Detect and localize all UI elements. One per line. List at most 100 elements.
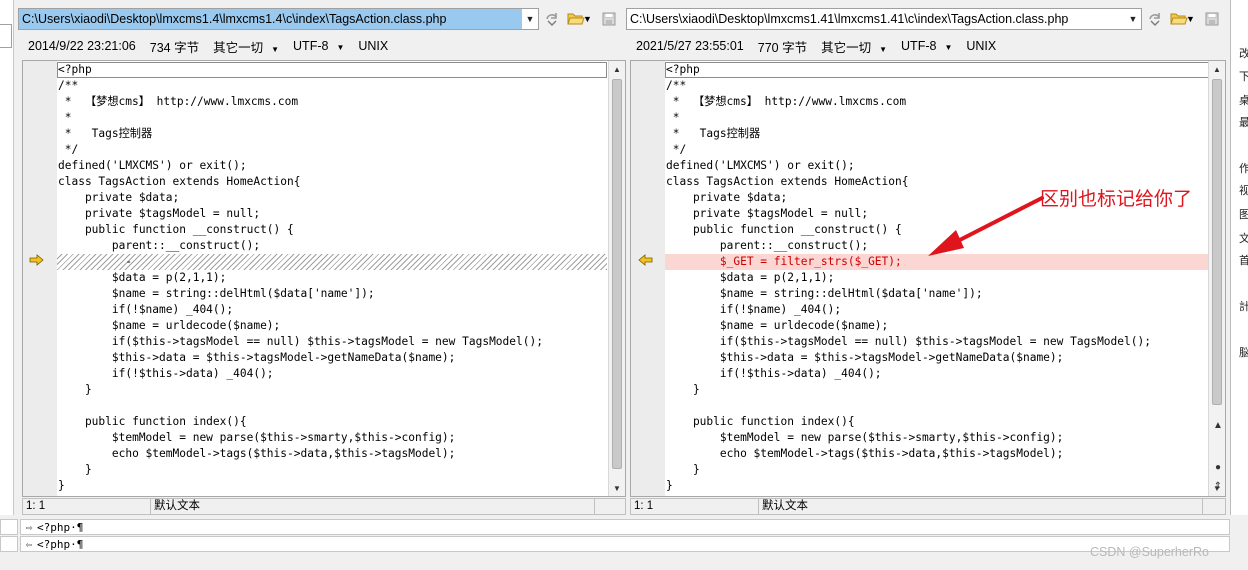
code-line[interactable]: public function index(){ [57, 414, 607, 430]
diff-window: C:\Users\xiaodi\Desktop\lmxcms1.4\lmxcms… [0, 0, 1248, 570]
code-line[interactable]: * 【梦想cms】 http://www.lmxcms.com [57, 94, 607, 110]
code-line[interactable]: $this->data = $this->tagsModel->getNameD… [57, 350, 607, 366]
strip-fragment: 計 [1239, 301, 1248, 313]
left-status-position: 1: 1 [23, 499, 151, 514]
right-status-bar: 1: 1 默认文本 [630, 498, 1226, 515]
left-gutter [23, 61, 57, 496]
refresh-icon[interactable] [1144, 8, 1166, 30]
code-line[interactable]: defined('LMXCMS') or exit(); [665, 158, 1211, 174]
save-icon[interactable] [1201, 8, 1223, 30]
code-line[interactable]: echo $temModel->tags($this->data,$this->… [57, 446, 607, 462]
right-gutter [631, 61, 665, 496]
code-line[interactable] [57, 398, 607, 414]
code-line[interactable]: } [57, 478, 607, 494]
annotation-arrow [928, 196, 1044, 256]
code-line[interactable] [665, 398, 1211, 414]
code-line[interactable]: ?> [57, 494, 607, 496]
right-path-combo[interactable]: C:\Users\xiaodi\Desktop\lmxcms1.41\lmxcm… [626, 8, 1142, 30]
left-path-bar: C:\Users\xiaodi\Desktop\lmxcms1.4\lmxcms… [18, 7, 620, 31]
code-line[interactable]: } [57, 462, 607, 478]
right-scroll-thumb[interactable] [1212, 79, 1222, 405]
code-line[interactable]: private $tagsModel = null; [57, 206, 607, 222]
code-line[interactable]: * [665, 110, 1211, 126]
code-line[interactable]: $temModel = new parse($this->smarty,$thi… [57, 430, 607, 446]
code-line[interactable]: if(!$this->data) _404(); [665, 366, 1211, 382]
diff-arrow-icon[interactable] [29, 254, 45, 266]
left-vertical-scrollbar[interactable]: ▲ ▼ [608, 61, 625, 496]
right-code-area[interactable]: <?php/** * 【梦想cms】 http://www.lmxcms.com… [665, 62, 1211, 496]
code-line[interactable]: if(!$this->data) _404(); [57, 366, 607, 382]
refresh-icon[interactable] [541, 8, 563, 30]
code-line[interactable]: $name = urldecode($name); [665, 318, 1211, 334]
code-line[interactable]: $name = urldecode($name); [57, 318, 607, 334]
code-line[interactable]: } [665, 478, 1211, 494]
scroll-up-small-icon[interactable]: ▲ [1210, 420, 1226, 431]
watermark: CSDN @SuperherRo [1090, 545, 1209, 559]
bottom-left-fragment [0, 519, 18, 535]
code-line[interactable]: } [57, 382, 607, 398]
left-path-text[interactable]: C:\Users\xiaodi\Desktop\lmxcms1.4\lmxcms… [19, 9, 522, 29]
right-mode-select[interactable]: 其它一切 [821, 37, 887, 56]
code-line[interactable]: /** [57, 78, 607, 94]
code-line[interactable]: if(!$name) _404(); [57, 302, 607, 318]
code-line[interactable]: $name = string::delHtml($data['name']); [57, 286, 607, 302]
diff-arrow-icon[interactable] [637, 254, 653, 266]
code-line[interactable]: * Tags控制器 [665, 126, 1211, 142]
strip-fragment: 视 [1239, 185, 1248, 197]
code-line[interactable]: * Tags控制器 [57, 126, 607, 142]
code-line[interactable]: $data = p(2,1,1); [665, 270, 1211, 286]
circle-icon[interactable]: ● [1210, 462, 1226, 473]
left-path-combo[interactable]: C:\Users\xiaodi\Desktop\lmxcms1.4\lmxcms… [18, 8, 539, 30]
right-editor[interactable]: <?php/** * 【梦想cms】 http://www.lmxcms.com… [630, 60, 1226, 497]
annotation-text: 区别也标记给你了 [1040, 188, 1193, 210]
right-info-bar: 2021/5/27 23:55:01 770 字节 其它一切 UTF-8 UNI… [636, 36, 1010, 56]
code-line[interactable]: $data = p(2,1,1); [57, 270, 607, 286]
right-arrow-icon: ⇨ [25, 520, 33, 534]
left-info-bar: 2014/9/22 23:21:06 734 字节 其它一切 UTF-8 UNI… [28, 36, 402, 56]
left-code-area[interactable]: <?php/** * 【梦想cms】 http://www.lmxcms.com… [57, 62, 607, 496]
left-scroll-thumb[interactable] [612, 79, 622, 469]
left-file-size: 734 字节 [149, 40, 200, 55]
left-mode-select[interactable]: 其它一切 [213, 37, 279, 56]
code-line[interactable]: if($this->tagsModel == null) $this->tags… [57, 334, 607, 350]
code-line[interactable]: parent::__construct(); [57, 238, 607, 254]
double-chevron-icon[interactable]: ⇕ [1210, 481, 1226, 492]
code-line[interactable]: if($this->tagsModel == null) $this->tags… [665, 334, 1211, 350]
code-line[interactable]: */ [57, 142, 607, 158]
save-icon[interactable] [598, 8, 620, 30]
right-encoding-select[interactable]: UTF-8 [901, 39, 952, 53]
code-line[interactable]: private $data; [57, 190, 607, 206]
combo-arrow-icon[interactable]: ▼ [522, 9, 538, 29]
code-line[interactable]: defined('LMXCMS') or exit(); [57, 158, 607, 174]
scroll-up-icon[interactable]: ▲ [609, 61, 625, 77]
folder-dropdown-icon[interactable]: ▼ [1186, 14, 1195, 24]
code-line[interactable]: $name = string::delHtml($data['name']); [665, 286, 1211, 302]
left-encoding-select[interactable]: UTF-8 [293, 39, 344, 53]
code-line[interactable]: /** [665, 78, 1211, 94]
code-line[interactable]: <?php [57, 62, 607, 78]
code-line[interactable]: ?> [665, 494, 1211, 496]
scroll-down-icon[interactable]: ▼ [609, 480, 625, 496]
code-line[interactable]: $this->data = $this->tagsModel->getNameD… [665, 350, 1211, 366]
left-edge-strip [0, 0, 14, 515]
left-status-bar: 1: 1 默认文本 [22, 498, 626, 515]
code-line[interactable]: * 【梦想cms】 http://www.lmxcms.com [665, 94, 1211, 110]
left-editor[interactable]: <?php/** * 【梦想cms】 http://www.lmxcms.com… [22, 60, 626, 497]
code-line[interactable]: class TagsAction extends HomeAction{ [57, 174, 607, 190]
code-line[interactable]: $temModel = new parse($this->smarty,$thi… [665, 430, 1211, 446]
combo-arrow-icon[interactable]: ▼ [1125, 9, 1141, 29]
code-line[interactable]: public function index(){ [665, 414, 1211, 430]
code-line[interactable]: <?php [665, 62, 1211, 78]
code-line[interactable]: if(!$name) _404(); [665, 302, 1211, 318]
code-line[interactable]: */ [665, 142, 1211, 158]
diff-missing-line[interactable]: - [57, 254, 607, 270]
code-line[interactable]: } [665, 462, 1211, 478]
code-line[interactable]: public function __construct() { [57, 222, 607, 238]
code-line[interactable]: * [57, 110, 607, 126]
folder-dropdown-icon[interactable]: ▼ [583, 14, 592, 24]
left-pane: C:\Users\xiaodi\Desktop\lmxcms1.4\lmxcms… [18, 0, 626, 515]
right-path-text[interactable]: C:\Users\xiaodi\Desktop\lmxcms1.41\lmxcm… [627, 9, 1125, 29]
scroll-up-icon[interactable]: ▲ [1209, 61, 1225, 77]
code-line[interactable]: } [665, 382, 1211, 398]
code-line[interactable]: echo $temModel->tags($this->data,$this->… [665, 446, 1211, 462]
